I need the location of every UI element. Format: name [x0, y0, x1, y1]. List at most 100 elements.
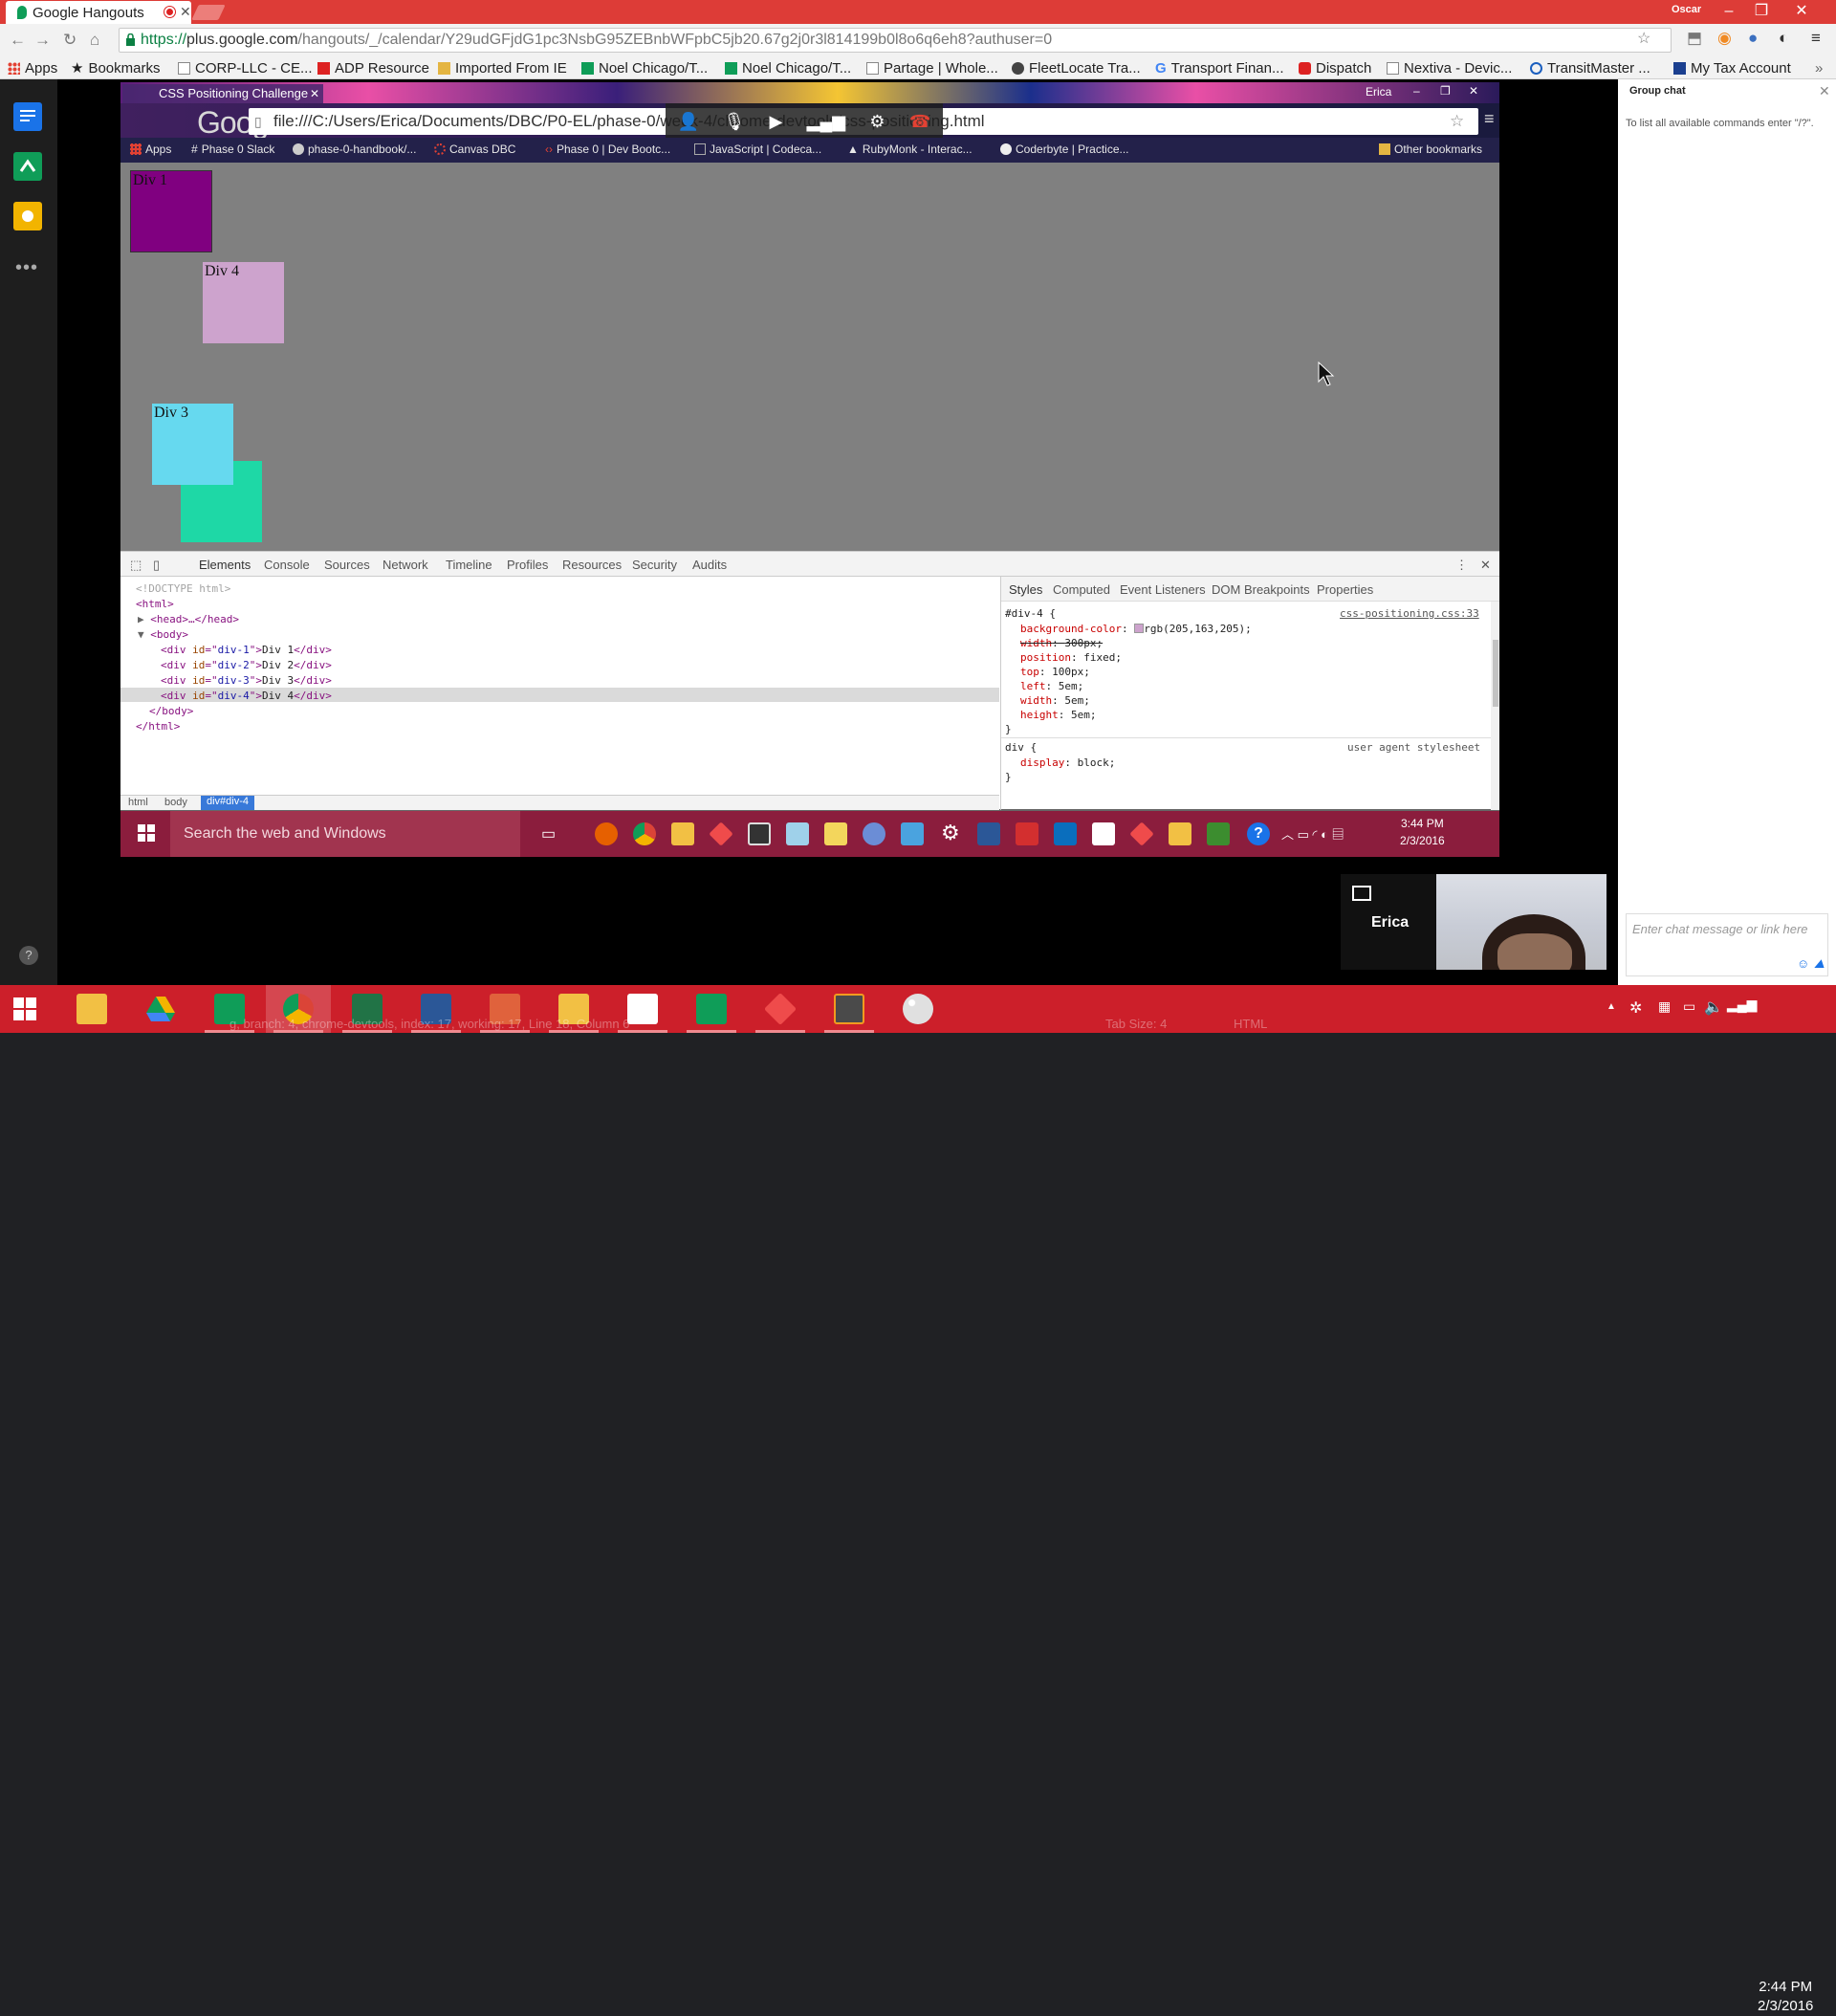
emoji-icon[interactable]: ☺ — [1797, 956, 1809, 971]
chat-close-icon[interactable]: ✕ — [1819, 83, 1830, 99]
incognito-icon[interactable]: ◐ — [1779, 30, 1788, 47]
dom-row-div-3[interactable]: <div id="div-3">Div 3</div> — [161, 674, 332, 687]
taskbar-sublime[interactable] — [817, 985, 882, 1033]
rule1-source[interactable]: css-positioning.css:33 — [1340, 607, 1479, 620]
bookmark-my-tax-account[interactable]: My Tax Account — [1673, 59, 1791, 77]
tray-gear-icon[interactable]: ✲ — [1629, 998, 1642, 1018]
bookmark-transport-finan[interactable]: G Transport Finan... — [1155, 59, 1284, 77]
bookmark-apps[interactable]: Apps — [8, 59, 57, 77]
tab-security[interactable]: Security — [632, 558, 677, 572]
rule1-prop-2[interactable]: position: fixed; — [1020, 651, 1122, 664]
windows-start-icon[interactable] — [13, 997, 36, 1020]
devtools-menu-icon[interactable]: ⋮ — [1455, 558, 1468, 573]
styles-scrollbar[interactable] — [1491, 602, 1499, 810]
more-options-icon[interactable]: ••• — [15, 257, 38, 279]
rule1-selector[interactable]: #div-4 { — [1005, 607, 1056, 620]
participant-video[interactable] — [1436, 874, 1606, 970]
bookmark-adp[interactable]: ADP Resource — [317, 59, 429, 77]
remote-tab[interactable]: CSS Positioning Challenge ✕ — [122, 84, 323, 103]
mute-mic-icon[interactable]: 🎙 — [723, 112, 745, 132]
taskbar-google-drive[interactable] — [128, 985, 193, 1033]
volume-icon[interactable]: 🔈 — [1704, 997, 1723, 1017]
restore-button[interactable]: ❐ — [1744, 0, 1779, 24]
tab-dom-breakpoints[interactable]: DOM Breakpoints — [1212, 582, 1310, 597]
bookmark-transitmaster[interactable]: TransitMaster ... — [1530, 59, 1650, 77]
breadcrumb-body[interactable]: body — [164, 797, 187, 808]
tab-console[interactable]: Console — [264, 558, 310, 572]
rss-icon[interactable]: ◉ — [1717, 30, 1732, 47]
profile-name[interactable]: Oscar — [1672, 4, 1701, 15]
more-bookmarks-icon[interactable]: » — [1815, 59, 1823, 77]
rule1-prop-6[interactable]: height: 5em; — [1020, 709, 1097, 721]
dom-row-div-2[interactable]: <div id="div-2">Div 2</div> — [161, 659, 332, 671]
camera-off-icon[interactable]: ▶ — [770, 112, 783, 132]
dom-row-div-1[interactable]: <div id="div-1">Div 1</div> — [161, 644, 332, 656]
rule1-prop-3[interactable]: top: 100px; — [1020, 666, 1090, 678]
show-hidden-icons[interactable]: ▲ — [1606, 1001, 1616, 1012]
effects-icon[interactable] — [13, 202, 42, 230]
shared-screen[interactable]: CSS Positioning Challenge ✕ Erica – ❐ ✕ … — [120, 82, 1499, 857]
menu-icon[interactable]: ≡ — [1811, 30, 1821, 47]
taskbar-skype[interactable] — [679, 985, 744, 1033]
tab-close-icon[interactable]: ✕ — [180, 4, 191, 20]
device-mode-icon[interactable]: ▯ — [153, 558, 160, 573]
devtools-close-icon[interactable]: ✕ — [1480, 558, 1491, 573]
forward-icon[interactable]: → — [34, 32, 51, 49]
new-tab-button[interactable] — [191, 5, 226, 20]
hang-up-icon[interactable]: ☎ — [909, 112, 930, 132]
bookmark-nextiva[interactable]: Nextiva - Devic... — [1387, 59, 1512, 77]
signal-icon[interactable]: ▂▄▆ — [1727, 997, 1757, 1013]
back-icon[interactable]: ← — [10, 32, 26, 49]
dom-row-div-4[interactable]: <div id="div-4">Div 4</div> — [161, 690, 332, 702]
taskbar-file-explorer[interactable] — [59, 985, 124, 1033]
tab-elements[interactable]: Elements — [199, 558, 251, 572]
breadcrumb-html[interactable]: html — [128, 797, 148, 808]
chat-icon[interactable] — [13, 102, 42, 131]
taskbar-paint[interactable] — [885, 985, 951, 1033]
tab-audits[interactable]: Audits — [692, 558, 727, 572]
bookmark-dispatch[interactable]: Dispatch — [1299, 59, 1371, 77]
bandwidth-icon[interactable]: ▂▄▆ — [807, 112, 845, 132]
bookmark-noel-chicago-2[interactable]: Noel Chicago/T... — [725, 59, 851, 77]
color-swatch-icon[interactable] — [1134, 624, 1145, 633]
chat-message-input[interactable]: Enter chat message or link here ☺ ⛰ — [1626, 913, 1828, 976]
tray-windows-icon[interactable]: ▦ — [1658, 998, 1671, 1015]
participant-tile-erica[interactable]: Erica — [1341, 874, 1436, 970]
tray-network-icon[interactable]: ▭ — [1683, 998, 1695, 1015]
extension-icon[interactable]: ⬒ — [1687, 30, 1702, 47]
rule2-selector[interactable]: div { — [1005, 741, 1037, 754]
tab-styles[interactable]: Styles — [1009, 582, 1042, 597]
rule1-prop-0[interactable]: background-color: rgb(205,163,205); — [1020, 623, 1252, 635]
close-window-button[interactable]: ✕ — [1784, 0, 1819, 24]
remote-tab-close-icon[interactable]: ✕ — [310, 84, 319, 103]
add-person-icon[interactable]: 👤 — [678, 112, 699, 132]
reload-icon[interactable]: ↻ — [63, 32, 76, 49]
rule1-prop-1[interactable]: width: 300px; — [1020, 637, 1103, 649]
bookmark-noel-chicago-1[interactable]: Noel Chicago/T... — [581, 59, 708, 77]
help-icon[interactable]: ? — [19, 946, 38, 965]
tab-timeline[interactable]: Timeline — [446, 558, 492, 572]
attach-image-icon[interactable]: ⛰ — [1814, 956, 1825, 972]
tab-properties[interactable]: Properties — [1317, 582, 1373, 597]
bookmark-corp-llc[interactable]: CORP-LLC - CE... — [178, 59, 313, 77]
tab-google-hangouts[interactable]: Google Hangouts ✕ — [6, 1, 191, 24]
bookmark-partage[interactable]: Partage | Whole... — [866, 59, 998, 77]
tab-resources[interactable]: Resources — [562, 558, 622, 572]
tab-event-listeners[interactable]: Event Listeners — [1120, 582, 1206, 597]
tab-network[interactable]: Network — [382, 558, 428, 572]
bookmark-star-icon[interactable]: ☆ — [1637, 31, 1650, 48]
taskbar-git[interactable] — [748, 985, 813, 1033]
screenshare-icon[interactable] — [13, 152, 42, 181]
address-bar[interactable]: https://plus.google.com/hangouts/_/calen… — [119, 28, 1672, 53]
tab-computed[interactable]: Computed — [1053, 582, 1110, 597]
bookmark-imported-from-ie[interactable]: Imported From IE — [438, 59, 567, 77]
inspect-element-icon[interactable]: ⬚ — [130, 558, 142, 573]
bookmark-bookmarks[interactable]: ★ Bookmarks — [71, 59, 160, 77]
dom-head[interactable]: ▶ <head>…</head> — [138, 613, 239, 625]
globe-icon[interactable]: ● — [1748, 30, 1758, 47]
taskbar-clock[interactable]: 2:44 PM 2/3/2016 — [1758, 1978, 1813, 2016]
settings-gear-icon[interactable]: ⚙ — [869, 112, 885, 132]
minimize-button[interactable]: – — [1712, 0, 1746, 24]
rule2-prop[interactable]: display: block; — [1020, 756, 1115, 769]
rule1-prop-5[interactable]: width: 5em; — [1020, 694, 1090, 707]
